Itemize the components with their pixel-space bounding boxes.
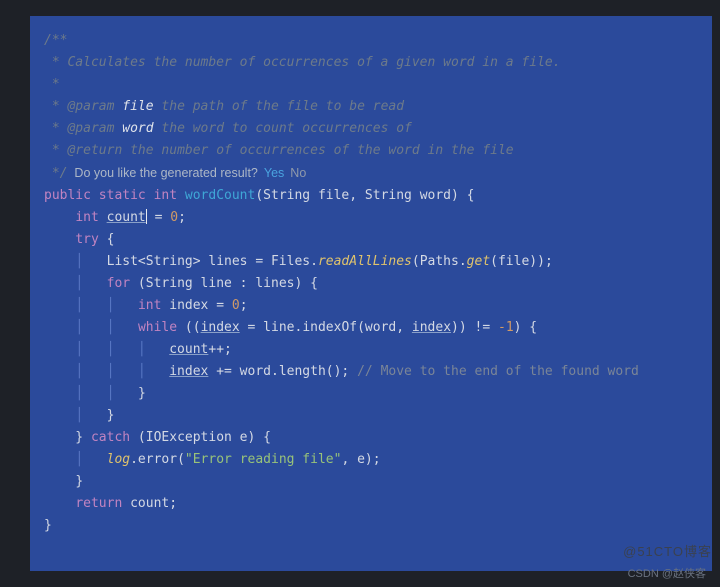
watermark-faint: @51CTO博客 [623,541,712,563]
while-line: │ │ while ((index = line.indexOf(word, i… [44,317,698,339]
try-line: try { [44,229,698,251]
doc-line-1: * Calculates the number of occurrences o… [44,52,698,74]
doc-param-word: * @param word the word to count occurren… [44,118,698,140]
doc-line-2: * [44,74,698,96]
method-signature: public static int wordCount(String file,… [44,185,698,207]
doc-close-with-prompt: */ Do you like the generated result?YesN… [44,162,698,185]
doc-return: * @return the number of occurrences of t… [44,140,698,162]
watermark: CSDN @赵侠客 [628,563,706,585]
code-editor[interactable]: /** * Calculates the number of occurrenc… [30,16,712,571]
ai-feedback-yes[interactable]: Yes [264,166,284,180]
while-close: │ │ } [44,383,698,405]
catch-line: } catch (IOException e) { [44,427,698,449]
ai-feedback-prompt: Do you like the generated result? [67,166,257,180]
doc-open: /** [44,30,698,52]
ai-feedback-no[interactable]: No [290,166,306,180]
index-decl: │ │ int index = 0; [44,295,698,317]
for-close: │ } [44,405,698,427]
return-line: return count; [44,493,698,515]
for-line: │ for (String line : lines) { [44,273,698,295]
doc-param-file: * @param file the path of the file to be… [44,96,698,118]
index-add: │ │ │ index += word.length(); // Move to… [44,361,698,383]
method-close: } [44,515,698,537]
count-inc: │ │ │ count++; [44,339,698,361]
decl-count: int count = 0; [44,207,698,229]
log-error: │ log.error("Error reading file", e); [44,449,698,471]
list-lines: │ List<String> lines = Files.readAllLine… [44,251,698,273]
catch-close: } [44,471,698,493]
